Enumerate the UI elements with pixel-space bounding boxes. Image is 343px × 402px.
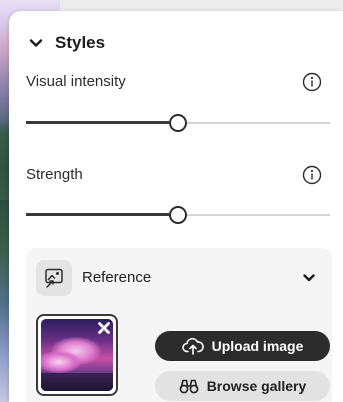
slider-fill	[26, 121, 169, 124]
reference-label: Reference	[82, 269, 152, 286]
image-water	[41, 373, 113, 391]
slider-thumb[interactable]	[169, 206, 187, 224]
chevron-down-icon[interactable]	[302, 271, 316, 285]
chevron-down-icon[interactable]	[29, 36, 43, 50]
image-cloud	[41, 351, 81, 373]
info-icon[interactable]	[302, 165, 322, 185]
strength-label: Strength	[26, 166, 83, 183]
visual-intensity-slider[interactable]	[26, 113, 330, 133]
upload-image-label: Upload image	[211, 338, 304, 354]
cloud-upload-icon	[181, 337, 204, 355]
browse-gallery-label: Browse gallery	[206, 378, 307, 394]
reference-thumbnail[interactable]	[36, 314, 118, 396]
styles-panel: Styles Visual intensity Strength Referen…	[9, 11, 343, 402]
reference-section: Reference Upload image Browse gallery	[26, 248, 332, 402]
slider-thumb[interactable]	[169, 114, 187, 132]
info-icon[interactable]	[302, 72, 322, 92]
close-icon[interactable]	[96, 320, 112, 336]
upload-image-button[interactable]: Upload image	[155, 331, 330, 361]
styles-header[interactable]: Styles	[29, 33, 105, 53]
binoculars-icon	[179, 379, 199, 394]
strength-slider[interactable]	[26, 205, 330, 225]
visual-intensity-label: Visual intensity	[26, 73, 126, 90]
panel-title: Styles	[55, 33, 106, 52]
reference-icon-box	[36, 260, 72, 296]
slider-fill	[26, 213, 169, 216]
image-reference-icon	[45, 268, 63, 288]
browse-gallery-button[interactable]: Browse gallery	[155, 371, 330, 401]
